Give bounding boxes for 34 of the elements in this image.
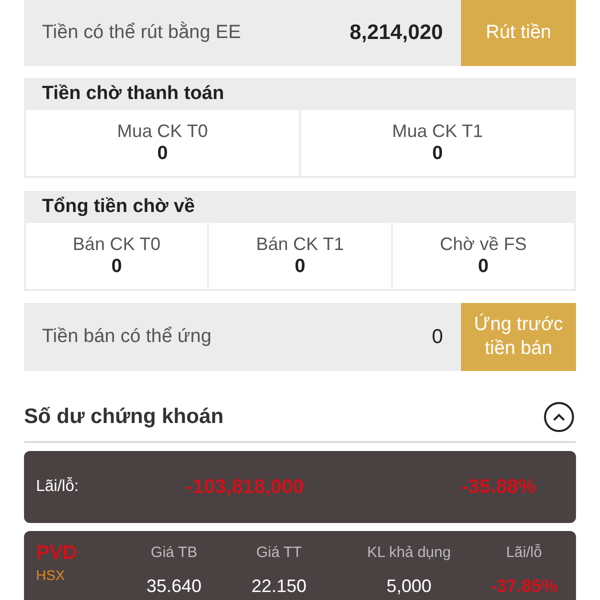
- withdraw-label: Tiền có thể rút bằng EE: [41, 20, 242, 45]
- column-header: KL khả dụng: [367, 543, 451, 563]
- holding-value: 35.640: [146, 575, 202, 598]
- column-header: Lãi/lỗ: [506, 543, 542, 563]
- cell-value: 0: [294, 255, 306, 280]
- withdraw-amount: 8,214,020: [350, 20, 444, 46]
- exchange-label: HSX: [36, 566, 66, 585]
- advance-label: Tiền bán có thể ứng: [41, 324, 212, 349]
- cell-value: 0: [432, 142, 443, 166]
- collapse-button[interactable]: [544, 402, 574, 432]
- summary-label: Lãi/lỗ:: [36, 476, 80, 497]
- cell-value: 0: [157, 142, 168, 166]
- cell-label: Bán CK T0: [72, 232, 161, 256]
- cell-value: 0: [111, 255, 122, 280]
- section-title: Số dư chứng khoán: [24, 404, 224, 430]
- cell-label: Bán CK T1: [256, 232, 344, 256]
- summary-amount: -103,818,000: [186, 475, 305, 500]
- cell-label: Mua CK T0: [117, 120, 208, 142]
- holding-value: 22.150: [251, 575, 307, 598]
- column-header: Giá TB: [150, 543, 198, 563]
- cell-label: Chờ về FS: [440, 232, 527, 256]
- cell-value: 0: [478, 255, 489, 280]
- holding-value: -37.85%: [490, 575, 558, 598]
- advance-button[interactable]: Ứng trước tiền bán: [461, 303, 576, 371]
- section-header: Tiền chờ thanh toán: [24, 78, 576, 110]
- holding-value: 5,000: [386, 575, 432, 598]
- withdraw-button[interactable]: Rút tiền: [461, 0, 576, 66]
- advance-amount: 0: [432, 325, 444, 350]
- section-header: Tổng tiền chờ về: [24, 191, 576, 223]
- stock-symbol: PVD: [36, 541, 78, 565]
- summary-percent: -35.88%: [460, 475, 537, 500]
- chevron-up-icon: [552, 412, 566, 422]
- column-header: Giá TT: [256, 543, 302, 563]
- cell-label: Mua CK T1: [392, 120, 483, 142]
